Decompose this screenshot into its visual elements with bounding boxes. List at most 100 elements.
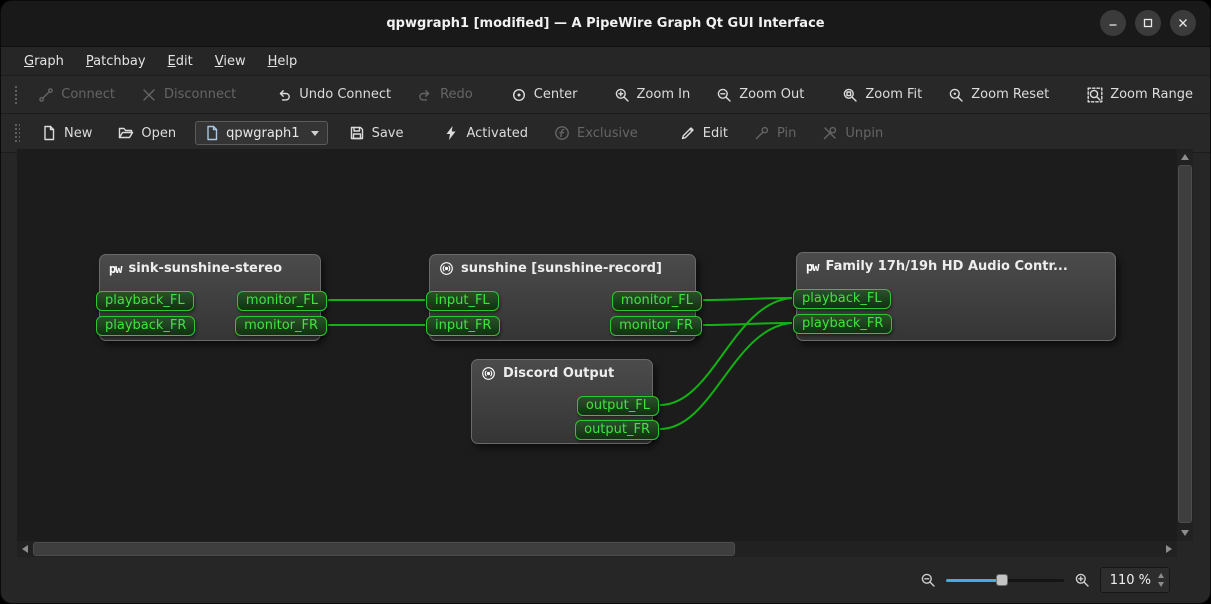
node-header: sunshine [sunshine-record] (430, 255, 695, 280)
redo-icon (417, 87, 433, 103)
horizontal-scrollbar-thumb[interactable] (33, 542, 735, 556)
port-input-fr[interactable]: input_FR (426, 316, 500, 336)
title-bar[interactable]: qpwgraph1 [modified] — A PipeWire Graph … (1, 1, 1210, 47)
record-icon (439, 261, 454, 276)
zoom-spinbox[interactable]: 110 % (1100, 567, 1170, 593)
node-title: sunshine [sunshine-record] (461, 261, 662, 276)
port-output-monitor-fr[interactable]: monitor_FR (610, 316, 702, 336)
new-file-icon (41, 125, 57, 141)
connect-label: Connect (61, 87, 115, 102)
zoom-range-button[interactable]: Zoom Range (1078, 82, 1202, 108)
graph-canvas[interactable]: pw sink-sunshine-stereo playback_FL play… (17, 149, 1177, 541)
zoom-fit-button[interactable]: Zoom Fit (833, 82, 931, 108)
vertical-scrollbar-thumb[interactable] (1178, 165, 1192, 523)
zoom-reset-label: Zoom Reset (971, 87, 1049, 102)
port-output-monitor-fl[interactable]: monitor_FL (237, 291, 327, 311)
zoom-in-icon (614, 87, 630, 103)
zoom-out-icon[interactable] (920, 572, 936, 588)
center-button[interactable]: Center (502, 82, 587, 108)
activated-label: Activated (466, 126, 528, 141)
close-button[interactable] (1170, 10, 1196, 36)
port-input-playback-fl[interactable]: playback_FL (96, 291, 194, 311)
window-title: qpwgraph1 [modified] — A PipeWire Graph … (386, 16, 824, 31)
minimize-button[interactable] (1100, 10, 1126, 36)
undo-connect-button[interactable]: Undo Connect (267, 82, 400, 108)
edit-label: Edit (703, 126, 728, 141)
session-combobox-value: qpwgraph1 (226, 126, 299, 141)
spin-down-arrow[interactable] (1158, 582, 1164, 587)
port-input-fl[interactable]: input_FL (426, 291, 499, 311)
edit-button[interactable]: Edit (671, 120, 737, 146)
exclusive-toggle[interactable]: Exclusive (545, 120, 647, 146)
scroll-left-arrow[interactable] (17, 541, 33, 557)
save-button[interactable]: Save (340, 120, 413, 146)
exclusive-label: Exclusive (577, 126, 638, 141)
center-icon (511, 87, 527, 103)
node-sink-sunshine-stereo[interactable]: pw sink-sunshine-stereo playback_FL play… (99, 254, 321, 341)
menu-edit[interactable]: Edit (157, 50, 204, 73)
node-header: Discord Output (472, 360, 652, 385)
zoom-range-icon (1087, 87, 1103, 103)
menu-help[interactable]: Help (257, 50, 309, 73)
port-output-monitor-fl[interactable]: monitor_FL (612, 291, 702, 311)
port-input-playback-fl[interactable]: playback_FL (793, 289, 891, 309)
node-family-hd-audio[interactable]: pw Family 17h/19h HD Audio Contr... play… (796, 252, 1116, 341)
node-title: Discord Output (503, 366, 614, 381)
port-output-fl[interactable]: output_FL (577, 396, 659, 416)
menu-view[interactable]: View (204, 50, 257, 73)
exclusive-icon (554, 125, 570, 141)
vertical-scrollbar[interactable] (1177, 149, 1193, 541)
pin-button[interactable]: Pin (745, 120, 805, 146)
toolbar-drag-handle[interactable] (14, 85, 17, 105)
maximize-icon (1143, 18, 1153, 28)
toolbar-drag-handle[interactable] (14, 123, 20, 143)
minimize-icon (1108, 18, 1118, 28)
zoom-reset-button[interactable]: Zoom Reset (939, 82, 1058, 108)
center-label: Center (534, 87, 578, 102)
close-icon (1178, 18, 1188, 28)
save-icon (349, 125, 365, 141)
maximize-button[interactable] (1135, 10, 1161, 36)
scroll-right-arrow[interactable] (1161, 541, 1177, 557)
chevron-down-icon (311, 131, 319, 136)
disconnect-label: Disconnect (164, 87, 236, 102)
unpin-button[interactable]: Unpin (813, 120, 892, 146)
menu-patchbay[interactable]: Patchbay (75, 50, 157, 73)
undo-icon (276, 87, 292, 103)
open-button[interactable]: Open (109, 120, 185, 146)
redo-button[interactable]: Redo (408, 82, 482, 108)
connections-layer (17, 149, 1177, 541)
zoom-in-icon[interactable] (1074, 572, 1090, 588)
scroll-down-arrow[interactable] (1177, 525, 1193, 541)
port-output-fr[interactable]: output_FR (575, 420, 659, 440)
app-window: qpwgraph1 [modified] — A PipeWire Graph … (0, 0, 1211, 604)
zoom-out-icon (716, 87, 732, 103)
disconnect-button[interactable]: Disconnect (132, 82, 245, 108)
patchbay-file-icon (204, 125, 220, 141)
status-bar: 110 % (1, 557, 1210, 603)
zoom-slider[interactable] (946, 571, 1064, 589)
zoom-slider-handle[interactable] (996, 574, 1008, 586)
new-button[interactable]: New (32, 120, 101, 146)
session-combobox[interactable]: qpwgraph1 (195, 121, 327, 145)
zoom-out-button[interactable]: Zoom Out (707, 82, 813, 108)
connection-line[interactable] (703, 298, 792, 300)
zoom-range-label: Zoom Range (1110, 87, 1193, 102)
open-folder-icon (118, 125, 134, 141)
spin-up-arrow[interactable] (1158, 573, 1164, 578)
zoom-out-label: Zoom Out (739, 87, 804, 102)
node-sunshine-record[interactable]: sunshine [sunshine-record] input_FL inpu… (429, 254, 696, 341)
node-discord-output[interactable]: Discord Output output_FL output_FR (471, 359, 653, 444)
connect-button[interactable]: Connect (29, 82, 124, 108)
unpin-icon (822, 125, 838, 141)
horizontal-scrollbar[interactable] (17, 541, 1177, 557)
menu-graph[interactable]: Graph (13, 50, 75, 73)
activated-toggle[interactable]: Activated (434, 120, 537, 146)
zoom-in-button[interactable]: Zoom In (605, 82, 700, 108)
unpin-label: Unpin (845, 126, 883, 141)
port-output-monitor-fr[interactable]: monitor_FR (235, 316, 327, 336)
undo-connect-label: Undo Connect (299, 87, 391, 102)
port-input-playback-fr[interactable]: playback_FR (96, 316, 195, 336)
port-input-playback-fr[interactable]: playback_FR (793, 314, 892, 334)
scroll-up-arrow[interactable] (1177, 149, 1193, 165)
